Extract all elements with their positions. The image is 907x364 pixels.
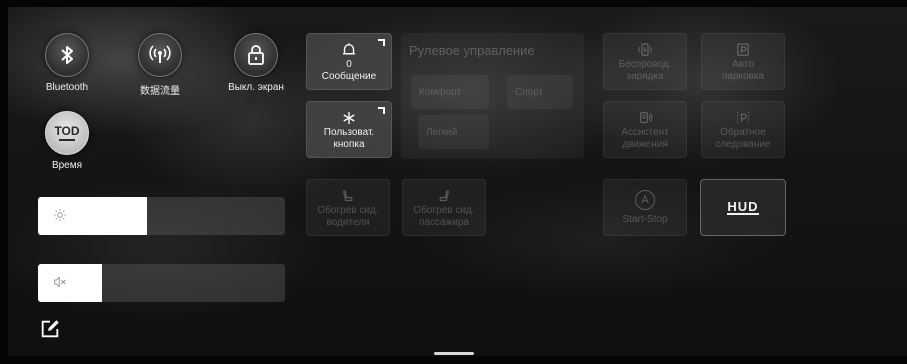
driver-seat-label-line1: Обогрев сид. (317, 204, 379, 216)
bell-icon (343, 42, 355, 54)
custom-button-tile[interactable]: Пользоват. кнопка (306, 101, 392, 158)
seat-heat-icon (439, 189, 450, 201)
tod-icon: TOD (45, 111, 89, 155)
driver-seat-heat-tile[interactable]: Обогрев сид. водителя (306, 179, 390, 236)
edit-icon[interactable] (39, 318, 61, 340)
bluetooth-label: Bluetooth (45, 82, 89, 93)
start-stop-icon: A (635, 189, 655, 210)
reverse-label-line1: Обратное (720, 126, 766, 138)
start-stop-icon-text: A (641, 193, 649, 206)
asterisk-icon (343, 111, 355, 124)
time-toggle[interactable]: TOD Время (22, 111, 112, 171)
reverse-label-line2: следование (715, 138, 771, 150)
seat-heat-icon (342, 189, 353, 201)
wireless-charging-tile[interactable]: Беспровод. зарядка (603, 33, 687, 90)
wireless-label-line1: Беспровод. (618, 58, 672, 70)
steering-title: Рулевое управление (409, 43, 535, 58)
control-center: Bluetooth 数据流量 Выкл. экран TOD Время 0 С… (0, 0, 907, 364)
reverse-parking-icon (737, 111, 749, 123)
brightness-icon (54, 209, 66, 221)
wireless-charging-icon (638, 42, 652, 56)
auto-parking-label-line1: Авто (732, 58, 754, 70)
left-border (0, 0, 8, 364)
volume-slider[interactable] (38, 264, 285, 302)
expand-corner-icon (378, 107, 385, 114)
drive-assist-tile[interactable]: Ассистент движения (603, 101, 687, 158)
steering-mode-sport[interactable]: Спорт (507, 75, 573, 109)
mobile-data-toggle[interactable]: 数据流量 (115, 33, 205, 97)
parking-icon (737, 42, 749, 56)
bottom-border (0, 356, 907, 364)
steering-panel: Рулевое управление Комфорт Спорт Легкий (401, 33, 584, 159)
home-indicator[interactable] (434, 352, 474, 355)
steering-mode-comfort[interactable]: Комфорт (411, 75, 489, 109)
passenger-seat-label-line1: Обогрев сид. (413, 204, 475, 216)
bluetooth-icon (45, 33, 89, 77)
mobile-data-icon (138, 33, 182, 77)
start-stop-label: Start-Stop (622, 213, 668, 225)
time-label: Время (51, 160, 83, 171)
start-stop-tile[interactable]: A Start-Stop (603, 179, 687, 236)
driver-seat-label-line2: водителя (326, 216, 370, 228)
top-border (0, 0, 907, 7)
mobile-data-label: 数据流量 (140, 86, 180, 97)
hud-label: HUD (727, 199, 759, 215)
drive-assist-label-line2: движения (622, 138, 668, 150)
passenger-seat-label-line2: пассажира (419, 216, 469, 228)
brightness-slider[interactable] (38, 197, 285, 235)
custom-label-line2: кнопка (333, 138, 365, 150)
passenger-seat-heat-tile[interactable]: Обогрев сид. пассажира (402, 179, 486, 236)
wireless-label-line2: зарядка (626, 70, 664, 82)
custom-label-line1: Пользоват. (323, 126, 375, 138)
bluetooth-toggle[interactable]: Bluetooth (22, 33, 112, 93)
expand-corner-icon (378, 39, 385, 46)
screen-off-label: Выкл. экран (228, 82, 284, 93)
screen-off-toggle[interactable]: Выкл. экран (211, 33, 301, 93)
message-count: 0 (346, 58, 352, 70)
tod-icon-text: TOD (54, 124, 80, 138)
drive-assist-label-line1: Ассистент (621, 126, 669, 138)
drive-assist-icon (639, 111, 653, 123)
reverse-tile[interactable]: Обратное следование (701, 101, 785, 158)
lock-screen-icon (234, 33, 278, 77)
hud-button[interactable]: HUD (700, 179, 786, 236)
volume-fill (38, 264, 103, 302)
steering-mode-light[interactable]: Легкий (418, 115, 489, 149)
auto-parking-tile[interactable]: Авто парковка (701, 33, 785, 90)
message-tile[interactable]: 0 Сообщение (306, 33, 392, 90)
auto-parking-label-line2: парковка (721, 70, 765, 82)
mute-icon (54, 276, 66, 288)
message-label: Сообщение (321, 70, 377, 82)
